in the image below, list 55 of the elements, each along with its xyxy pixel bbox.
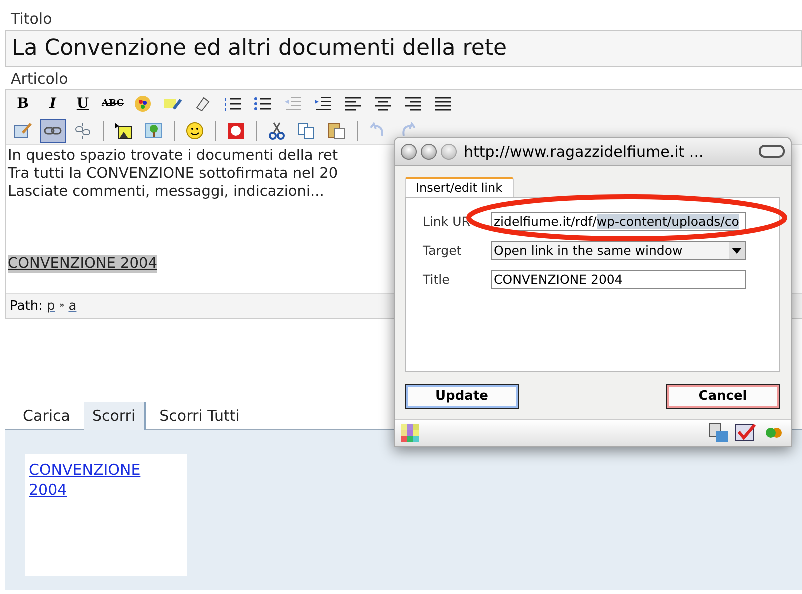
title-field[interactable]: La Convenzione ed altri documenti della rete xyxy=(5,30,802,67)
dialog-tab[interactable]: Insert/edit link xyxy=(405,177,514,197)
editor-text: In questo spazio trovate i documenti della ret xyxy=(8,147,338,165)
tree-picture-icon xyxy=(145,122,163,140)
path-label: Path: xyxy=(10,298,43,314)
color-grid-icon xyxy=(401,424,419,442)
tab[interactable]: Scorri xyxy=(84,402,146,430)
close-button[interactable] xyxy=(401,144,417,160)
table-edit-icon xyxy=(14,122,32,140)
title-label: Titolo xyxy=(10,9,54,30)
outdent-icon xyxy=(284,94,302,112)
checkbox-icon xyxy=(735,423,757,443)
toolbar-toggle-button[interactable] xyxy=(759,145,785,158)
file-link[interactable]: CONVENZIONE 2004 xyxy=(29,460,183,500)
scissors-icon xyxy=(268,122,286,140)
underline-button[interactable]: U xyxy=(70,92,96,116)
update-button[interactable]: Update xyxy=(405,384,519,409)
eraser-icon xyxy=(194,94,212,112)
path-separator: » xyxy=(59,301,65,311)
field-label: Target xyxy=(423,243,463,258)
copy-icon xyxy=(298,122,316,140)
italic-button[interactable]: I xyxy=(40,92,66,116)
minimize-button[interactable] xyxy=(421,144,437,160)
image-icon xyxy=(115,122,133,140)
path-link[interactable]: p xyxy=(46,298,56,314)
input-field[interactable]: zidelfiume.it/rdf/wp-content/uploads/co xyxy=(491,212,746,231)
unlink-icon xyxy=(74,122,92,140)
indent-icon xyxy=(314,94,332,112)
tab[interactable]: Scorri Tutti xyxy=(152,402,248,430)
smiley-icon xyxy=(186,122,204,140)
bold-button[interactable]: B xyxy=(10,92,36,116)
align-right-icon xyxy=(404,94,422,112)
toolbar-button[interactable] xyxy=(40,118,66,142)
tab[interactable]: Carica xyxy=(15,402,78,430)
caret-icon xyxy=(732,248,742,254)
editor-text: Tra tutti la CONVENZIONE sottofirmata nel 20 xyxy=(8,165,338,183)
path-link[interactable]: a xyxy=(68,298,77,314)
article-label: Articolo xyxy=(10,69,70,89)
palette-icon xyxy=(134,94,152,112)
align-left-icon xyxy=(344,94,362,112)
align-center-icon xyxy=(374,94,392,112)
target-select[interactable]: Open link in the same window xyxy=(491,241,746,260)
input-field[interactable]: CONVENZIONE 2004 xyxy=(491,270,746,289)
editor-text: Lasciate commenti, messaggi, indicazioni... xyxy=(8,183,324,201)
paste-icon xyxy=(328,122,346,140)
dialog-title: http://www.ragazzidelfiume.it ... xyxy=(464,142,705,160)
justify-icon xyxy=(434,94,452,112)
save-icon xyxy=(709,423,729,443)
dots-icon xyxy=(763,427,785,439)
bullet-list-icon xyxy=(254,94,272,112)
strikethrough-button[interactable]: ABC xyxy=(100,92,126,116)
cancel-button[interactable]: Cancel xyxy=(666,384,780,409)
record-icon xyxy=(227,122,245,140)
editor-link[interactable]: CONVENZIONE 2004 xyxy=(8,255,158,273)
field-label: Title xyxy=(423,272,451,287)
